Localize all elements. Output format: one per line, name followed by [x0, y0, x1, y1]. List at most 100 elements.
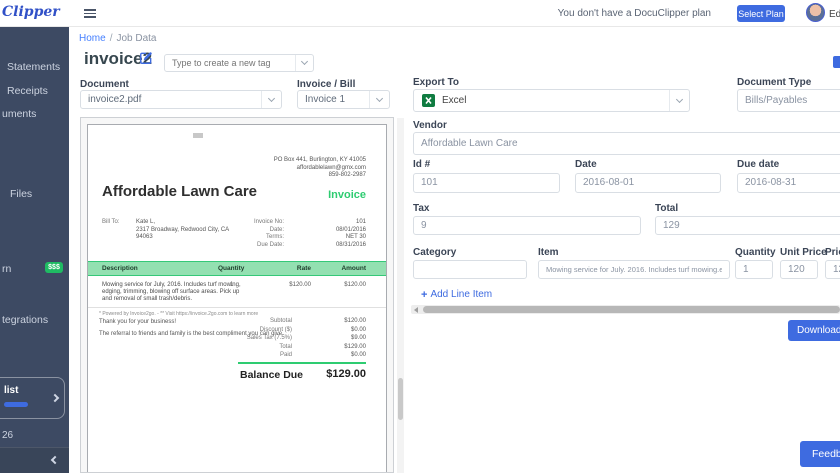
select-plan-button[interactable]: Select Plan — [737, 5, 785, 22]
checklist-label: list — [4, 385, 18, 396]
pdf-col-quantity: Quantity — [218, 265, 244, 272]
invoice-bill-chevron-icon[interactable] — [369, 91, 389, 108]
tag-input[interactable] — [164, 54, 314, 72]
tag-dropdown-chevron-icon[interactable] — [295, 55, 313, 71]
document-chevron-icon[interactable] — [261, 91, 281, 108]
scrollbar-left-arrow-icon[interactable] — [411, 305, 421, 314]
collapse-chevron-icon[interactable] — [51, 456, 59, 464]
plus-icon: + — [421, 290, 427, 300]
category-input[interactable] — [413, 260, 527, 279]
item-input[interactable] — [538, 260, 730, 279]
sidebar-item-files[interactable]: Files — [10, 188, 32, 200]
due-date-field[interactable] — [737, 172, 840, 192]
pdf-meta-labels: Invoice No: Date: Terms: Due Date: — [254, 219, 284, 249]
user-name[interactable]: Edu — [829, 9, 840, 20]
price-label: Price — [825, 247, 840, 258]
sidebar-item-statements[interactable]: Statements — [7, 61, 60, 73]
quantity-label: Quantity — [735, 247, 776, 258]
unit-price-label: Unit Price — [780, 247, 827, 258]
total-field[interactable] — [655, 215, 840, 234]
pdf-totals-labels: Subtotal Discount ($) Sales Tax (7.5%) T… — [247, 317, 292, 360]
id-input[interactable] — [413, 173, 560, 193]
pdf-meta-values: 101 08/01/2016 NET 30 08/31/2016 — [336, 219, 366, 249]
total-input[interactable] — [655, 216, 840, 235]
quantity-field[interactable] — [735, 259, 773, 278]
pdf-company-name: Affordable Lawn Care — [102, 183, 257, 200]
date-label: Date — [575, 159, 597, 170]
edit-title-icon[interactable] — [139, 51, 153, 65]
pdf-divider — [88, 307, 386, 308]
breadcrumb-current: Job Data — [116, 33, 156, 44]
export-to-select[interactable]: Excel — [413, 89, 690, 112]
date-field[interactable] — [575, 172, 721, 192]
id-field[interactable] — [413, 172, 560, 192]
preview-scrollbar-thumb[interactable] — [398, 378, 403, 420]
pdf-vendor-address: PO Box 441, Burlington, KY 41005 afforda… — [274, 157, 366, 180]
pdf-bill-to-label: Bill To: — [102, 219, 120, 227]
pdf-footnote: * Powered by Invoice2go. - ** Visit http… — [99, 311, 258, 317]
breadcrumb-home-link[interactable]: Home — [79, 33, 106, 44]
export-to-label: Export To — [413, 77, 459, 88]
avatar[interactable] — [806, 3, 825, 22]
scrollbar-thumb[interactable] — [423, 306, 840, 313]
excel-icon — [422, 94, 435, 107]
document-type-input[interactable] — [737, 89, 840, 112]
plan-notice: You don't have a DocuClipper plan — [558, 8, 711, 19]
pdf-doc-type: Invoice — [328, 189, 366, 201]
export-to-chevron-icon[interactable] — [669, 90, 689, 111]
pdf-preview-pane[interactable]: PO Box 441, Burlington, KY 41005 afforda… — [80, 117, 394, 473]
pdf-col-amount: Amount — [341, 265, 366, 272]
due-date-input[interactable] — [737, 173, 840, 193]
item-field[interactable] — [538, 259, 730, 278]
breadcrumb: Home / Job Data — [79, 33, 157, 44]
pdf-line-item-rate: $120.00 — [289, 282, 311, 290]
document-type-label: Document Type — [737, 77, 811, 88]
feedback-button[interactable]: Feedback — [800, 441, 840, 467]
top-header — [0, 0, 840, 27]
sidebar-item-earn[interactable]: rn — [2, 263, 11, 275]
invoice-bill-label: Invoice / Bill — [297, 79, 355, 90]
app-logo[interactable]: Clipper — [2, 4, 60, 20]
add-line-item-label: Add Line Item — [430, 289, 492, 300]
quantity-input[interactable] — [735, 260, 773, 279]
sidebar-version: 26 — [2, 430, 13, 441]
checklist-progress-bar — [4, 402, 28, 407]
document-type-field[interactable] — [737, 89, 840, 112]
invoice-bill-select[interactable]: Invoice 1 — [297, 90, 390, 109]
tax-input[interactable] — [413, 216, 641, 235]
unit-price-input[interactable] — [780, 260, 818, 279]
add-line-item-button[interactable]: + Add Line Item — [421, 289, 492, 300]
checklist-chevron-icon[interactable] — [51, 394, 59, 402]
unit-price-field[interactable] — [780, 259, 818, 278]
clipped-toolbar-button[interactable] — [833, 56, 840, 68]
price-input[interactable] — [825, 260, 840, 279]
tag-text-input[interactable] — [165, 55, 295, 71]
sidebar-item-documents[interactable]: uments — [2, 108, 36, 120]
price-field[interactable] — [825, 259, 840, 278]
item-label: Item — [538, 247, 559, 258]
id-label: Id # — [413, 159, 430, 170]
preview-scrollbar[interactable] — [397, 118, 404, 473]
download-excel-button[interactable]: Download Excel — [788, 320, 840, 341]
category-label: Category — [413, 247, 456, 258]
category-field[interactable] — [413, 259, 527, 278]
tax-field[interactable] — [413, 215, 641, 234]
pdf-col-description: Description — [102, 265, 138, 272]
hamburger-menu-icon[interactable] — [84, 7, 96, 20]
due-date-label: Due date — [737, 159, 779, 170]
date-input[interactable] — [575, 173, 721, 193]
sidebar-item-integrations[interactable]: tegrations — [2, 314, 48, 326]
vendor-field[interactable] — [413, 132, 840, 155]
pdf-line-item-amount: $120.00 — [344, 282, 366, 290]
form-horizontal-scrollbar[interactable] — [411, 305, 840, 314]
checklist-card[interactable]: list — [0, 377, 65, 419]
pdf-page: PO Box 441, Burlington, KY 41005 afforda… — [87, 124, 387, 473]
sidebar-item-receipts[interactable]: Receipts — [7, 85, 48, 97]
app-window: Clipper You don't have a DocuClipper pla… — [0, 0, 840, 473]
sidebar-collapse-bar[interactable] — [0, 447, 69, 473]
pdf-table-header: Description Quantity Rate Amount — [88, 261, 386, 276]
pdf-bill-to-address: Kate L, 2317 Broadway, Redwood City, CA … — [136, 219, 229, 242]
total-label: Total — [655, 203, 678, 214]
document-select[interactable]: invoice2.pdf — [80, 90, 282, 109]
vendor-input[interactable] — [413, 132, 840, 155]
